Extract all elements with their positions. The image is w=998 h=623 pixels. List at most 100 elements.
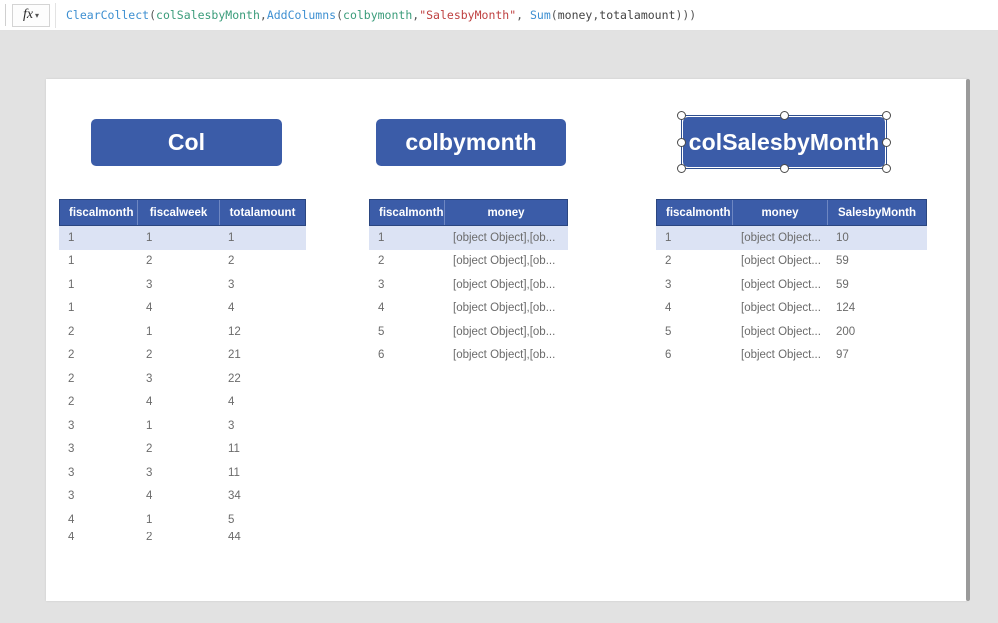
column-header[interactable]: SalesbyMonth xyxy=(828,200,926,225)
formula-input[interactable]: ClearCollect(colSalesbyMonth,AddColumns(… xyxy=(55,2,998,28)
table-row[interactable]: 4 2 44 xyxy=(59,531,306,542)
table-cell: 1 xyxy=(68,255,75,268)
column-header[interactable]: fiscalweek xyxy=(138,200,220,225)
table-cell: 4 xyxy=(146,490,153,503)
table-cell: 1 xyxy=(146,419,153,432)
table-row[interactable]: 2 [object Object],[ob... xyxy=(369,249,568,273)
table-row[interactable]: 3 1 3 xyxy=(59,414,306,438)
table-row[interactable]: 2 3 22 xyxy=(59,367,306,391)
table-row[interactable]: 5 [object Object... 200 xyxy=(656,320,927,344)
table-cell: 1 xyxy=(146,513,153,526)
table-row[interactable]: 1 3 3 xyxy=(59,273,306,297)
app-canvas[interactable]: Col colbymonth colSalesbyMonth fiscalmon… xyxy=(46,79,968,601)
table-cell: 2 xyxy=(68,325,75,338)
column-header[interactable]: fiscalmonth xyxy=(60,200,138,225)
table-row[interactable]: 1 [object Object... 10 xyxy=(656,226,927,250)
resize-handle-middle-right[interactable] xyxy=(882,137,891,147)
data-table-colbymonth[interactable]: fiscalmonth money 1 [object Object],[ob...… xyxy=(369,199,568,367)
column-header[interactable]: money xyxy=(445,200,567,225)
formula-text: ClearCollect(colSalesbyMonth,AddColumns(… xyxy=(66,8,696,22)
table-cell: 4 xyxy=(68,531,75,542)
label-col[interactable]: Col xyxy=(91,119,282,166)
table-row[interactable]: 5 [object Object],[ob... xyxy=(369,320,568,344)
table-cell: 10 xyxy=(836,231,849,244)
formula-token: , xyxy=(516,8,530,22)
table-cell: 3 xyxy=(378,278,385,291)
table-cell: 2 xyxy=(665,255,672,268)
table-row[interactable]: 2 2 21 xyxy=(59,343,306,367)
label-colsalesbymonth[interactable]: colSalesbyMonth xyxy=(683,117,885,167)
table-cell: 1 xyxy=(68,302,75,315)
table-cell: 3 xyxy=(665,278,672,291)
column-header[interactable]: fiscalmonth xyxy=(370,200,445,225)
table-cell: 22 xyxy=(228,372,241,385)
table-row[interactable]: 2 4 4 xyxy=(59,390,306,414)
column-header[interactable]: money xyxy=(733,200,828,225)
formula-token: money xyxy=(557,8,593,22)
table-header-row: fiscalmonth money xyxy=(369,199,568,226)
table-body[interactable]: 1 [object Object... 10 2 [object Object... 59… xyxy=(656,226,927,367)
formula-token: Sum xyxy=(530,8,551,22)
table-cell: 1 xyxy=(228,231,235,244)
data-table-col[interactable]: fiscalmonth fiscalweek totalamount 1111221… xyxy=(59,199,306,573)
formula-token: ClearCollect xyxy=(66,8,150,22)
table-row[interactable]: 6 [object Object... 97 xyxy=(656,343,927,367)
table-cell: 21 xyxy=(228,349,241,362)
table-row[interactable]: 3 4 34 xyxy=(59,484,306,508)
table-row[interactable]: 3 3 11 xyxy=(59,461,306,485)
table-row[interactable]: 4 [object Object... 124 xyxy=(656,296,927,320)
formula-token: colSalesbyMonth xyxy=(156,8,260,22)
resize-handle-top-right[interactable] xyxy=(882,111,891,120)
table-cell: 11 xyxy=(228,466,240,479)
table-cell: [object Object],[ob... xyxy=(453,278,556,291)
table-row[interactable]: 6 [object Object],[ob... xyxy=(369,343,568,367)
formula-token: ( xyxy=(550,8,558,22)
table-row[interactable]: 1 1 1 xyxy=(59,226,306,250)
resize-handle-top-center[interactable] xyxy=(779,111,789,120)
table-row[interactable]: 2 [object Object... 59 xyxy=(656,249,927,273)
table-cell: 4 xyxy=(378,302,385,315)
table-cell: 4 xyxy=(665,302,672,315)
table-row[interactable]: 1 2 2 xyxy=(59,249,306,273)
table-cell: 59 xyxy=(836,255,849,268)
column-header[interactable]: totalamount xyxy=(220,200,305,225)
table-cell: [object Object],[ob... xyxy=(453,302,556,315)
resize-handle-bottom-right[interactable] xyxy=(882,164,891,173)
resize-handle-middle-left[interactable] xyxy=(677,137,686,147)
table-cell: 6 xyxy=(665,349,672,362)
table-row[interactable]: 3 [object Object],[ob... xyxy=(369,273,568,297)
label-colbymonth[interactable]: colbymonth xyxy=(376,119,566,166)
table-row[interactable]: 1 [object Object],[ob... xyxy=(369,226,568,250)
canvas-vertical-scrollbar[interactable] xyxy=(966,79,970,601)
table-cell: 6 xyxy=(378,349,385,362)
table-row[interactable]: 4 1 5 xyxy=(59,508,306,532)
table-row[interactable]: 2 1 12 xyxy=(59,320,306,344)
table-cell: [object Object... xyxy=(741,231,821,244)
formula-token: ( xyxy=(336,8,344,22)
resize-handle-bottom-center[interactable] xyxy=(779,164,789,173)
column-header[interactable]: fiscalmonth xyxy=(657,200,733,225)
table-cell: 2 xyxy=(146,349,153,362)
formula-token: "SalesbyMonth" xyxy=(419,8,517,22)
table-cell: 44 xyxy=(228,531,241,542)
property-selector-stub[interactable] xyxy=(0,4,6,26)
table-row[interactable]: 4 [object Object],[ob... xyxy=(369,296,568,320)
scrollbar-thumb[interactable] xyxy=(966,79,970,601)
resize-handle-bottom-left[interactable] xyxy=(677,164,686,173)
table-cell: 59 xyxy=(836,278,849,291)
table-body[interactable]: 1 1 1 1 2 2 1 3 3 1 4 4 2 1 12 2 2 21 2 3 22 2 4 4 3 1 3 3 2 11 3 3 11 3 4… xyxy=(59,226,306,573)
resize-handle-top-left[interactable] xyxy=(677,111,686,120)
table-cell: 2 xyxy=(146,255,153,268)
formula-token: totalamount xyxy=(599,8,676,22)
table-body[interactable]: 1 [object Object],[ob... 2 [object Object],… xyxy=(369,226,568,367)
data-table-colsalesbymonth[interactable]: fiscalmonth money SalesbyMonth 1 [object Ob… xyxy=(656,199,927,367)
fx-function-button[interactable]: fx ▾ xyxy=(12,3,50,27)
table-row[interactable]: 3 [object Object... 59 xyxy=(656,273,927,297)
formula-token: ))) xyxy=(675,8,697,22)
table-cell: 34 xyxy=(228,490,241,503)
formula-token: colbymonth xyxy=(343,8,413,22)
table-cell: 5 xyxy=(665,325,672,338)
table-row[interactable]: 1 4 4 xyxy=(59,296,306,320)
table-cell: 2 xyxy=(228,255,235,268)
table-row[interactable]: 3 2 11 xyxy=(59,437,306,461)
